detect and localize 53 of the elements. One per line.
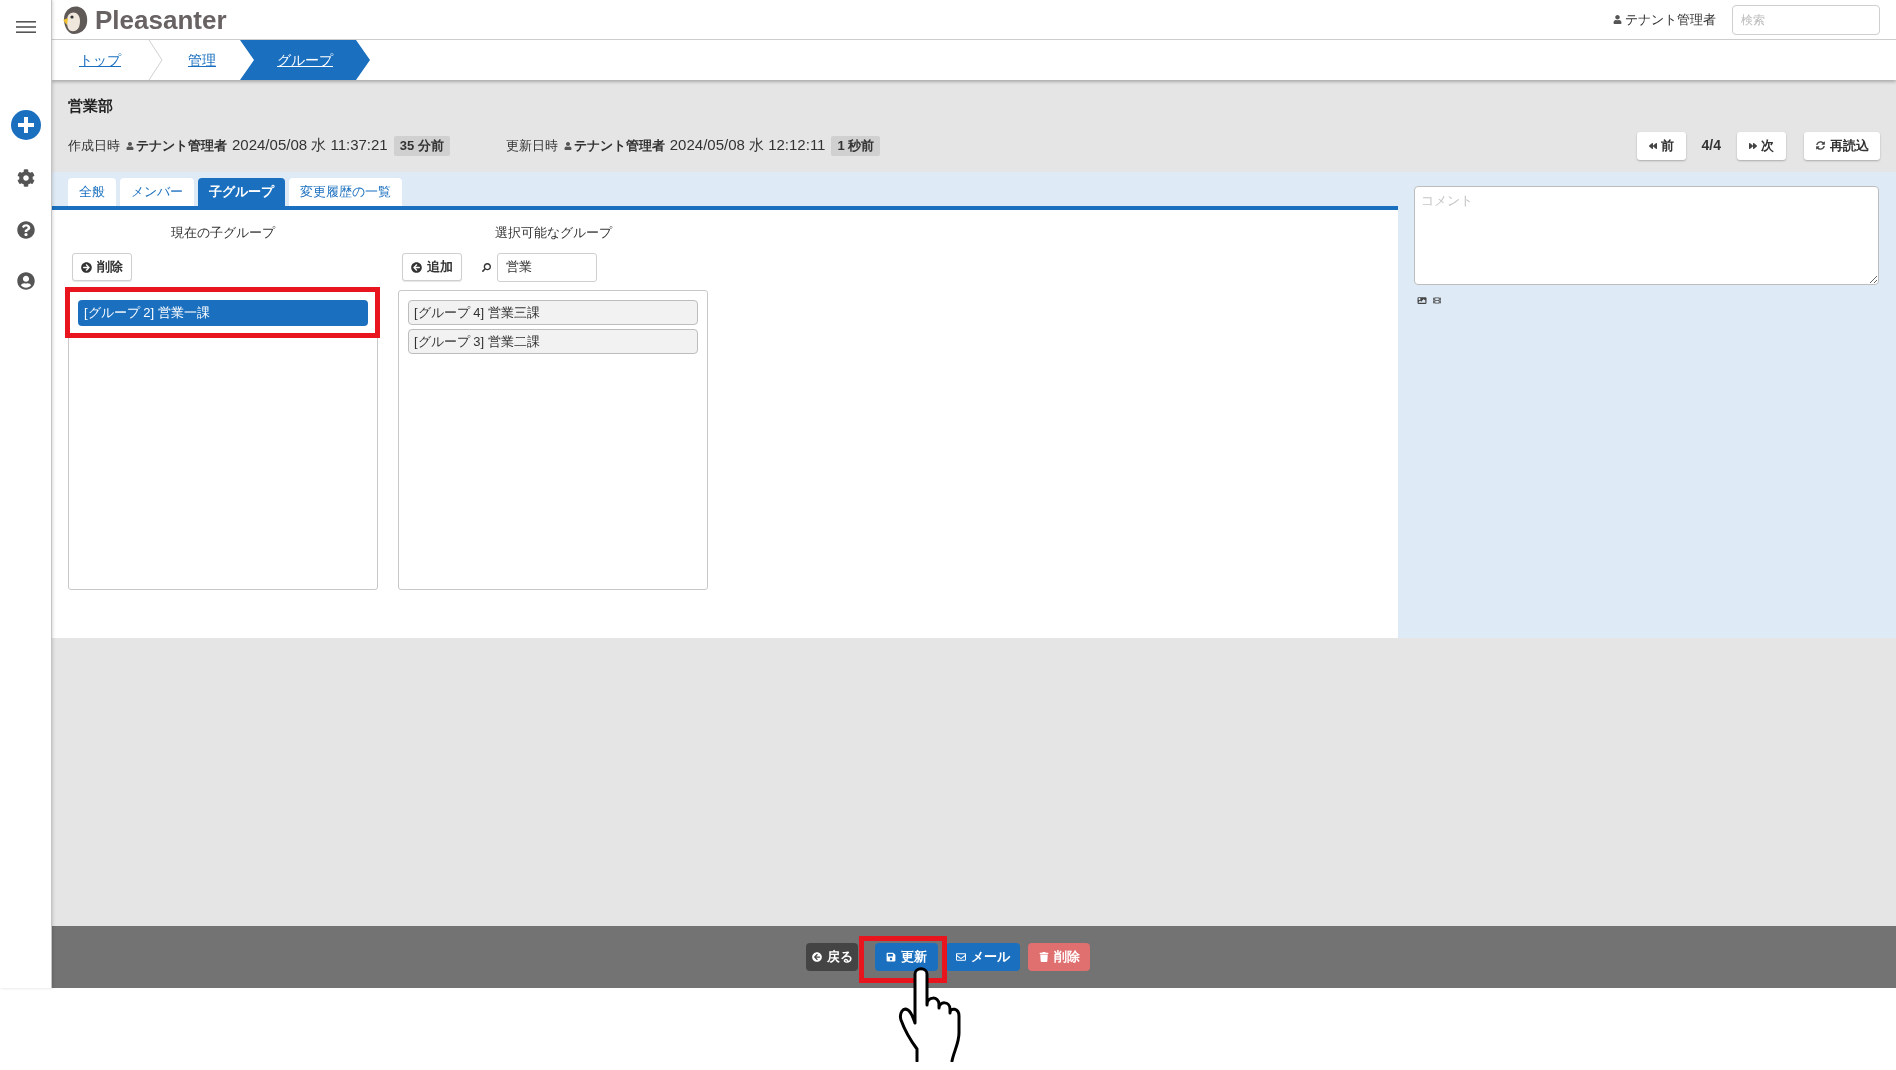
tab[interactable]: 子グループ: [198, 178, 285, 206]
meta-user: テナント管理者: [573, 136, 665, 155]
user-icon: [563, 141, 572, 150]
meta-user: テナント管理者: [136, 136, 227, 155]
envelope-icon: [956, 952, 966, 962]
settings-icon[interactable]: [16, 169, 35, 187]
reload-button[interactable]: 再読込: [1804, 131, 1880, 160]
remove-button[interactable]: 削除: [72, 253, 132, 281]
app-logo-text: Pleasanter: [95, 6, 227, 33]
meta-datetime: 2024/05/08 水 11:37:21: [232, 135, 388, 156]
account-icon[interactable]: [16, 272, 35, 290]
user-icon: [126, 141, 134, 150]
image-icon[interactable]: [1417, 296, 1427, 305]
tab[interactable]: 全般: [68, 178, 116, 206]
save-icon: [886, 952, 896, 962]
update-button[interactable]: 更新: [875, 943, 938, 971]
breadcrumb-link[interactable]: グループ: [240, 40, 370, 80]
breadcrumb-link[interactable]: トップ: [52, 40, 148, 80]
help-icon[interactable]: [16, 221, 35, 239]
reload-icon: [1815, 141, 1825, 150]
trash-icon: [1038, 952, 1049, 962]
next-button[interactable]: 次: [1737, 131, 1786, 160]
meta-datetime: 2024/05/08 水 12:12:11: [669, 135, 826, 156]
time-ago-badge: 35 分前: [393, 135, 450, 156]
add-button[interactable]: 追加: [402, 253, 462, 281]
list-item[interactable]: [グループ 2] 営業一課: [78, 300, 368, 326]
bird-logo-icon: [60, 4, 88, 35]
rewind-icon: [1648, 141, 1657, 150]
mail-button[interactable]: メール: [946, 943, 1020, 971]
time-ago-badge: 1 秒前: [831, 135, 881, 156]
meta-label: 更新日時: [505, 136, 558, 155]
list-item[interactable]: [グループ 4] 営業三課: [408, 300, 698, 325]
meta-label: 作成日時: [68, 136, 120, 155]
user-icon: [1613, 15, 1622, 24]
search-field[interactable]: 営業: [497, 252, 597, 282]
panel-heading: 選択可能なグループ: [493, 224, 614, 242]
delete-button[interactable]: 削除: [1028, 943, 1090, 971]
tab[interactable]: 変更履歴の一覧: [289, 178, 402, 206]
record-title: 営業部: [68, 96, 113, 116]
user-name: テナント管理者: [1625, 10, 1716, 29]
search-icon: [482, 262, 491, 272]
panel-heading: 現在の子グループ: [170, 224, 277, 242]
fast-forward-icon: [1749, 141, 1757, 150]
search-field[interactable]: 検索: [1732, 4, 1880, 35]
add-icon[interactable]: [10, 110, 41, 140]
film-icon[interactable]: [1433, 296, 1441, 305]
page-position: 4/4: [1701, 136, 1721, 155]
previous-button[interactable]: 前: [1636, 131, 1686, 160]
list-item[interactable]: [グループ 3] 営業二課: [408, 329, 698, 354]
back-button[interactable]: 戻る: [806, 943, 858, 971]
menu-icon[interactable]: [15, 21, 36, 33]
breadcrumb-link[interactable]: 管理: [164, 40, 240, 80]
tab[interactable]: メンバー: [120, 178, 194, 206]
